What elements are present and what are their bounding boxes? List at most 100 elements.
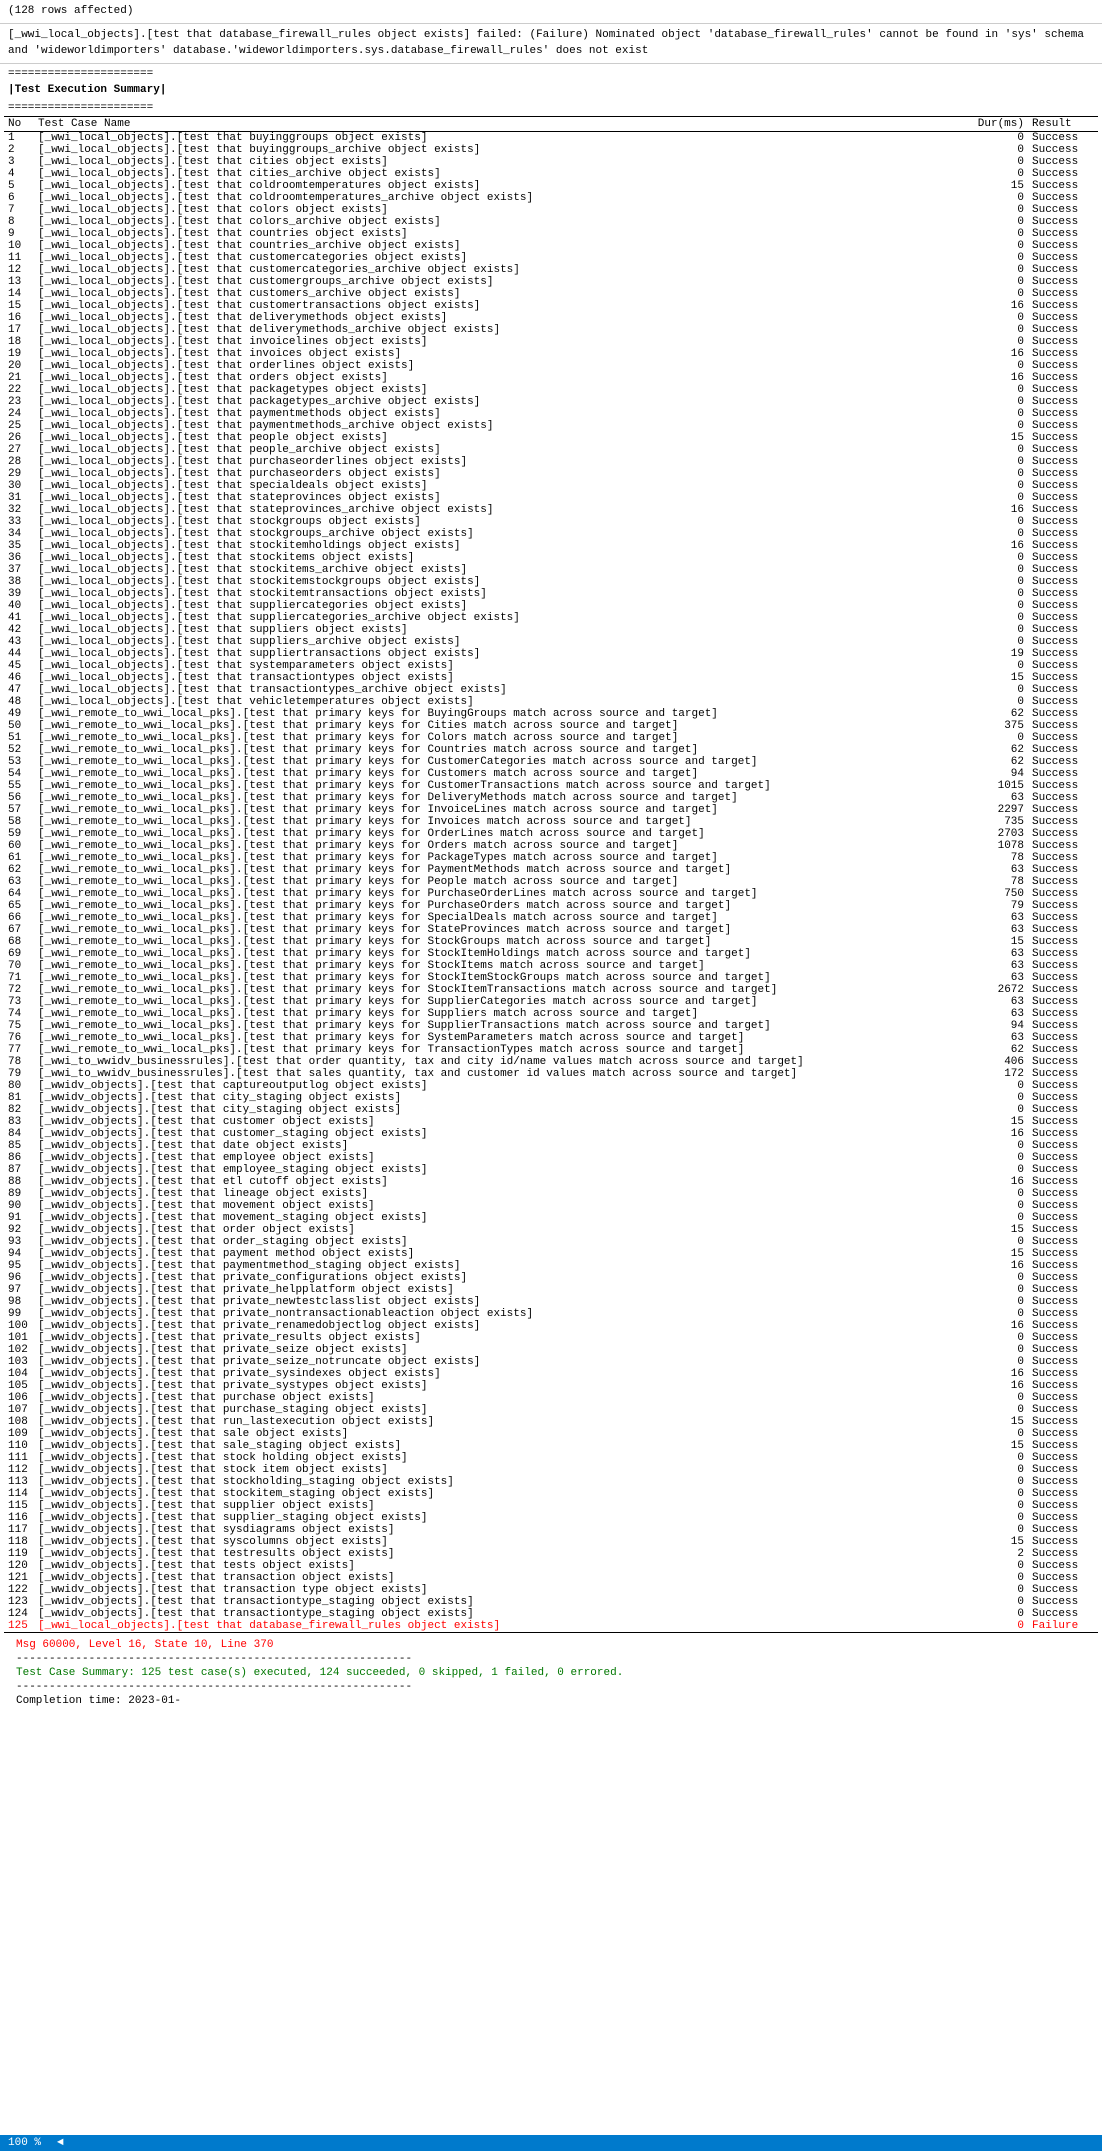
table-row: 85[_wwidv_objects].[test that date objec… [4, 1140, 1098, 1152]
cell-name: [_wwidv_objects].[test that sale object … [34, 1428, 968, 1440]
cell-dur: 62 [968, 756, 1028, 768]
cell-dur: 0 [968, 1272, 1028, 1284]
table-row: 124[_wwidv_objects].[test that transacti… [4, 1608, 1098, 1620]
cell-dur: 0 [968, 1392, 1028, 1404]
table-row: 99[_wwidv_objects].[test that private_no… [4, 1308, 1098, 1320]
cell-no: 119 [4, 1548, 34, 1560]
cell-name: [_wwi_local_objects].[test that invoicel… [34, 336, 968, 348]
cell-result: Success [1028, 240, 1098, 252]
cell-name: [_wwi_local_objects].[test that orderlin… [34, 360, 968, 372]
cell-no: 52 [4, 744, 34, 756]
table-row: 89[_wwidv_objects].[test that lineage ob… [4, 1188, 1098, 1200]
cell-no: 78 [4, 1056, 34, 1068]
table-row: 36[_wwi_local_objects].[test that stocki… [4, 552, 1098, 564]
table-row: 45[_wwi_local_objects].[test that system… [4, 660, 1098, 672]
cell-no: 116 [4, 1512, 34, 1524]
table-row: 4[_wwi_local_objects].[test that cities_… [4, 168, 1098, 180]
cell-name: [_wwi_local_objects].[test that people o… [34, 432, 968, 444]
cell-no: 34 [4, 528, 34, 540]
cell-no: 3 [4, 156, 34, 168]
cell-dur: 0 [968, 1464, 1028, 1476]
cell-no: 122 [4, 1584, 34, 1596]
cell-dur: 0 [968, 408, 1028, 420]
cell-dur: 1078 [968, 840, 1028, 852]
table-row: 80[_wwidv_objects].[test that captureout… [4, 1080, 1098, 1092]
cell-name: [_wwidv_objects].[test that private_conf… [34, 1272, 968, 1284]
cell-dur: 0 [968, 228, 1028, 240]
cell-dur: 94 [968, 768, 1028, 780]
cell-result: Success [1028, 720, 1098, 732]
statusbar-scroll[interactable]: ◄ [57, 2137, 64, 2149]
table-row: 5[_wwi_local_objects].[test that coldroo… [4, 180, 1098, 192]
cell-dur: 0 [968, 324, 1028, 336]
cell-result: Success [1028, 1080, 1098, 1092]
table-row: 94[_wwidv_objects].[test that payment me… [4, 1248, 1098, 1260]
cell-dur: 0 [968, 1092, 1028, 1104]
cell-name: [_wwidv_objects].[test that private_seiz… [34, 1356, 968, 1368]
cell-result: Success [1028, 420, 1098, 432]
cell-dur: 750 [968, 888, 1028, 900]
table-row: 88[_wwidv_objects].[test that etl cutoff… [4, 1176, 1098, 1188]
cell-no: 6 [4, 192, 34, 204]
cell-name: [_wwidv_objects].[test that private_newt… [34, 1296, 968, 1308]
cell-dur: 0 [968, 384, 1028, 396]
bottom-section: Msg 60000, Level 16, State 10, Line 370 … [0, 1633, 1102, 1713]
cell-no: 109 [4, 1428, 34, 1440]
table-row: 40[_wwi_local_objects].[test that suppli… [4, 600, 1098, 612]
cell-result: Success [1028, 1308, 1098, 1320]
cell-no: 41 [4, 612, 34, 624]
cell-name: [_wwi_local_objects].[test that paymentm… [34, 420, 968, 432]
table-row: 31[_wwi_local_objects].[test that statep… [4, 492, 1098, 504]
table-row: 101[_wwidv_objects].[test that private_r… [4, 1332, 1098, 1344]
table-row: 20[_wwi_local_objects].[test that orderl… [4, 360, 1098, 372]
cell-no: 118 [4, 1536, 34, 1548]
cell-dur: 63 [968, 960, 1028, 972]
cell-no: 94 [4, 1248, 34, 1260]
statusbar-zoom: 100 % [8, 2137, 41, 2149]
table-row: 35[_wwi_local_objects].[test that stocki… [4, 540, 1098, 552]
cell-no: 32 [4, 504, 34, 516]
cell-no: 47 [4, 684, 34, 696]
table-row: 58[_wwi_remote_to_wwi_local_pks].[test t… [4, 816, 1098, 828]
cell-no: 30 [4, 480, 34, 492]
cell-dur: 79 [968, 900, 1028, 912]
table-row: 63[_wwi_remote_to_wwi_local_pks].[test t… [4, 876, 1098, 888]
table-row: 77[_wwi_remote_to_wwi_local_pks].[test t… [4, 1044, 1098, 1056]
cell-result: Success [1028, 1476, 1098, 1488]
table-row: 123[_wwidv_objects].[test that transacti… [4, 1596, 1098, 1608]
cell-dur: 0 [968, 132, 1028, 145]
cell-dur: 0 [968, 516, 1028, 528]
cell-dur: 0 [968, 732, 1028, 744]
cell-result: Success [1028, 1056, 1098, 1068]
cell-dur: 0 [968, 552, 1028, 564]
cell-dur: 16 [968, 1320, 1028, 1332]
cell-result: Success [1028, 1248, 1098, 1260]
cell-name: [_wwi_remote_to_wwi_local_pks].[test tha… [34, 720, 968, 732]
cell-result: Success [1028, 1560, 1098, 1572]
cell-no: 62 [4, 864, 34, 876]
cell-dur: 16 [968, 1128, 1028, 1140]
table-row: 12[_wwi_local_objects].[test that custom… [4, 264, 1098, 276]
cell-no: 72 [4, 984, 34, 996]
cell-result: Success [1028, 396, 1098, 408]
cell-no: 29 [4, 468, 34, 480]
cell-dur: 2 [968, 1548, 1028, 1560]
table-row: 2[_wwi_local_objects].[test that buyingg… [4, 144, 1098, 156]
cell-result: Success [1028, 432, 1098, 444]
cell-result: Success [1028, 204, 1098, 216]
cell-name: [_wwidv_objects].[test that lineage obje… [34, 1188, 968, 1200]
cell-result: Success [1028, 624, 1098, 636]
cell-dur: 19 [968, 648, 1028, 660]
cell-result: Success [1028, 1452, 1098, 1464]
cell-no: 81 [4, 1092, 34, 1104]
cell-no: 65 [4, 900, 34, 912]
cell-name: [_wwidv_objects].[test that private_sysi… [34, 1368, 968, 1380]
cell-dur: 63 [968, 948, 1028, 960]
cell-name: [_wwi_remote_to_wwi_local_pks].[test tha… [34, 948, 968, 960]
cell-name: [_wwi_local_objects].[test that statepro… [34, 504, 968, 516]
error-line-1: (128 rows affected) [0, 0, 1102, 24]
section-title: |Test Execution Summary| [0, 82, 1102, 98]
cell-name: [_wwidv_objects].[test that stockholding… [34, 1476, 968, 1488]
cell-dur: 16 [968, 372, 1028, 384]
cell-name: [_wwi_remote_to_wwi_local_pks].[test tha… [34, 936, 968, 948]
